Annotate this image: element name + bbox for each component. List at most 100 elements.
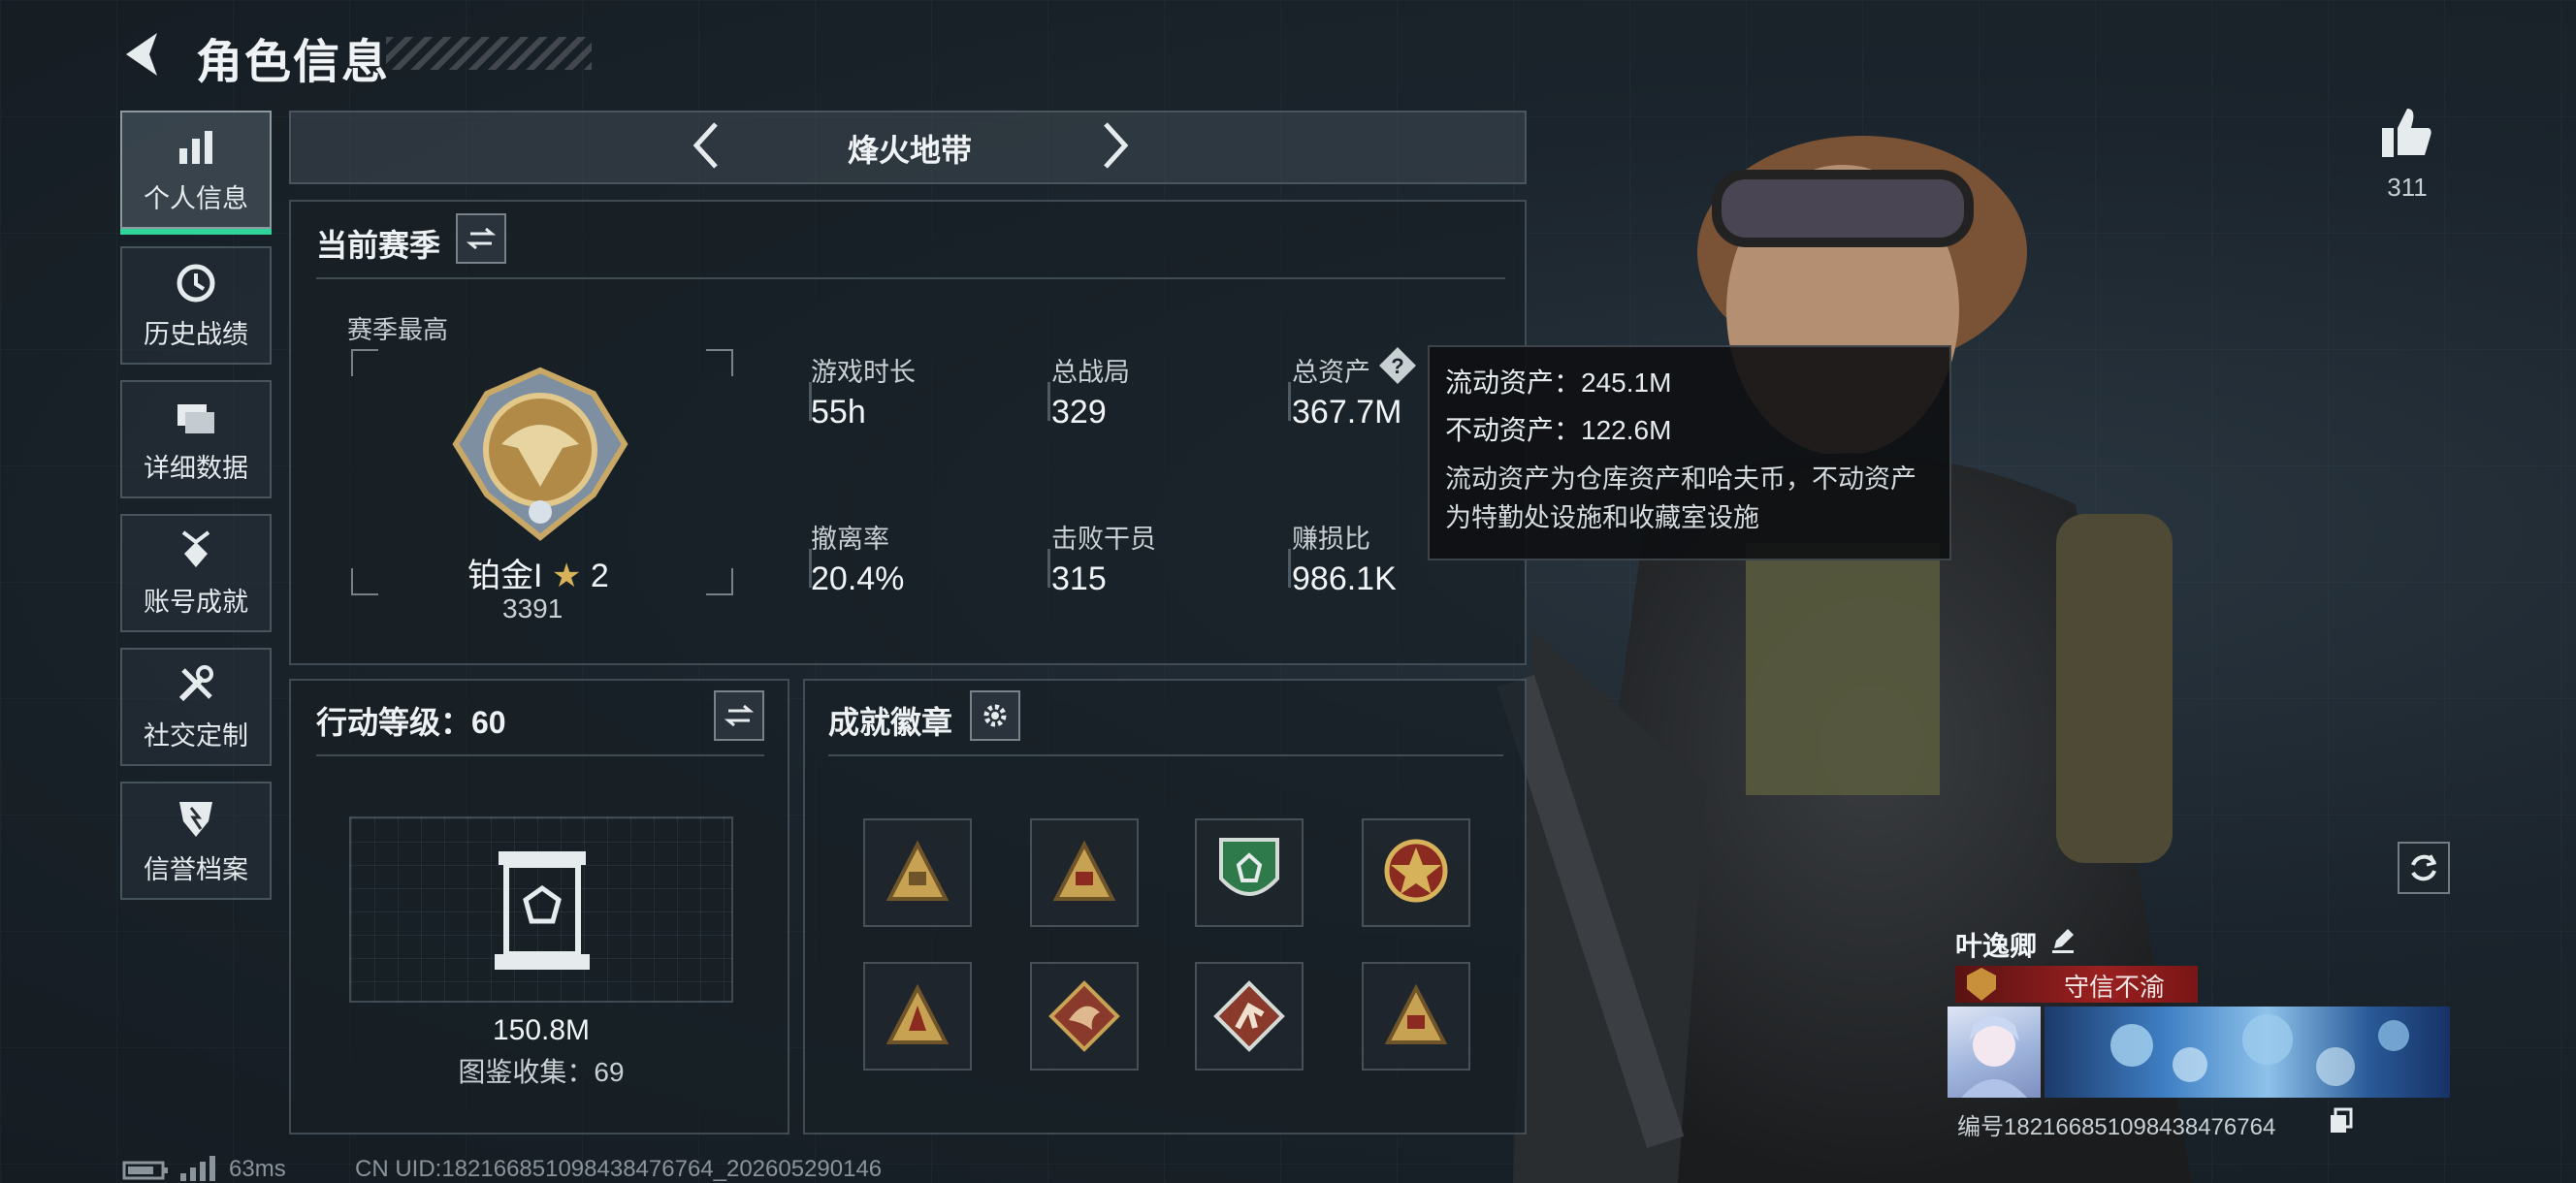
achievement-badge[interactable]: [1195, 818, 1304, 927]
rank-name-row: 铂金I ★ 2: [467, 549, 609, 596]
action-level-divider: [316, 754, 764, 756]
shield-icon: [179, 801, 212, 837]
mode-name: 烽火地带: [847, 133, 972, 168]
stat-label: 赚损比: [1292, 525, 1370, 554]
rank-stars: 2: [590, 558, 609, 594]
avatar-figure-icon: [1961, 1016, 2027, 1098]
achievement-badge[interactable]: [1362, 962, 1470, 1071]
achievements-divider: [828, 754, 1503, 756]
achievement-badge[interactable]: [1362, 818, 1470, 927]
refresh-button[interactable]: [2398, 842, 2450, 894]
refresh-icon: [2411, 854, 2437, 881]
stat-value: 367.7M: [1292, 394, 1402, 431]
mode-selector: 烽火地带: [289, 111, 1527, 184]
tooltip-desc-1: 流动资产为仓库资产和哈夫币，不动资产: [1445, 464, 1916, 494]
copy-icon[interactable]: [2328, 1107, 2355, 1135]
nav-item-details[interactable]: 详细数据: [120, 380, 272, 498]
question-icon[interactable]: ?: [1377, 345, 1418, 386]
season-title: 当前赛季: [316, 228, 441, 263]
rank-name: 铂金I: [467, 558, 543, 594]
display-case-icon: [495, 851, 590, 970]
achievements-settings-button[interactable]: [970, 690, 1020, 741]
stat-value: 329: [1051, 394, 1107, 431]
folder-icon: [177, 403, 214, 433]
triangle-badge-icon: [1384, 983, 1448, 1044]
chevron-left-icon[interactable]: [687, 118, 725, 173]
rank-points: 3391: [502, 593, 564, 623]
frame-corner: [706, 568, 733, 595]
triangle-badge-icon: [1052, 840, 1116, 901]
like-count: 311: [2387, 173, 2428, 202]
tools-icon: [178, 664, 213, 701]
stat-label: 撤离率: [811, 525, 889, 554]
season-divider: [316, 277, 1505, 279]
player-id: 编号1821668510984384767​64: [1957, 1114, 2276, 1140]
edit-icon[interactable]: [2048, 925, 2077, 954]
stat-bar: [1288, 382, 1291, 421]
stat-bar: [1288, 549, 1291, 588]
stat-value: 315: [1051, 560, 1107, 597]
green-shield-badge-icon: [1219, 838, 1279, 896]
gear-icon: [983, 704, 1007, 727]
achievement-badge[interactable]: [1030, 962, 1139, 1071]
stat-bar: [1047, 382, 1050, 421]
nav-label: 信誉档案: [144, 854, 248, 884]
battery-icon: [122, 1161, 168, 1180]
player-name: 叶逸卿: [1955, 931, 2038, 961]
action-level-title: 行动等级：60: [316, 705, 506, 740]
stat-label: 游戏时长: [811, 358, 916, 387]
page-title: 角色信息: [196, 37, 391, 88]
collection-count: 图鉴收集：69: [458, 1057, 625, 1087]
stat-label: 总资产: [1292, 358, 1370, 387]
frame-corner: [706, 349, 733, 376]
nav-label: 个人信息: [144, 183, 248, 213]
star-icon: ★: [551, 558, 582, 594]
triangle-badge-icon: [886, 840, 950, 901]
star-emblem-badge-icon: [1384, 839, 1448, 903]
triangle-badge-icon: [886, 983, 950, 1044]
runner-badge-icon: [1213, 980, 1285, 1052]
action-level-switch-button[interactable]: [714, 690, 764, 741]
asset-tooltip: 流动资产：245.1M 不动资产：122.6M 流动资产为仓库资产和哈夫币，不动…: [1428, 345, 1951, 560]
nav-item-history[interactable]: 历史战绩: [120, 246, 272, 365]
nav-item-personal-info[interactable]: 个人信息: [120, 111, 272, 235]
tooltip-liquid: 流动资产：245.1M: [1445, 368, 1672, 398]
frame-corner: [351, 568, 378, 595]
nav-label: 社交定制: [144, 720, 248, 751]
flower-pattern-icon: [2110, 1014, 2409, 1086]
stat-label: 总战局: [1051, 358, 1130, 387]
season-best-label: 赛季最高: [347, 315, 449, 344]
season-switch-button[interactable]: [456, 213, 506, 264]
stat-value: 55h: [811, 394, 866, 431]
nav-item-social[interactable]: 社交定制: [120, 648, 272, 766]
dragon-badge-icon: [1048, 980, 1120, 1052]
thumbs-up-icon[interactable]: [2378, 105, 2434, 161]
nav-item-credit[interactable]: 信誉档案: [120, 782, 272, 900]
back-arrow-icon[interactable]: [116, 27, 171, 81]
medal-icon: [181, 529, 210, 567]
ping-value: 63ms: [229, 1156, 286, 1182]
frame-corner: [351, 349, 378, 376]
achievement-badge[interactable]: [863, 962, 972, 1071]
stat-bar: [1047, 549, 1050, 588]
clock-icon: [177, 264, 215, 302]
crest-icon: [1967, 968, 1996, 1001]
achievement-badge[interactable]: [863, 818, 972, 927]
collection-value: 150.8M: [492, 1014, 591, 1046]
chevron-right-icon[interactable]: [1096, 118, 1135, 173]
name-card-banner[interactable]: [2045, 1007, 2450, 1098]
nav-label: 历史战绩: [144, 319, 248, 349]
swap-icon: [724, 704, 754, 727]
achievement-badge[interactable]: [1030, 818, 1139, 927]
title-decoration: [386, 37, 592, 70]
svg-text:?: ?: [1391, 354, 1403, 378]
stat-value: 20.4%: [811, 560, 905, 597]
nav-item-achievements[interactable]: 账号成就: [120, 514, 272, 632]
title-tag-text: 守信不渝: [2063, 973, 2165, 1002]
stat-value: 986.1K: [1292, 560, 1397, 597]
signal-icon: [180, 1156, 215, 1181]
nav-label: 详细数据: [144, 453, 248, 483]
tooltip-desc-2: 为特勤处设施和收藏室设施: [1445, 503, 1759, 532]
achievement-badge[interactable]: [1195, 962, 1304, 1071]
bar-chart-icon: [179, 130, 212, 164]
